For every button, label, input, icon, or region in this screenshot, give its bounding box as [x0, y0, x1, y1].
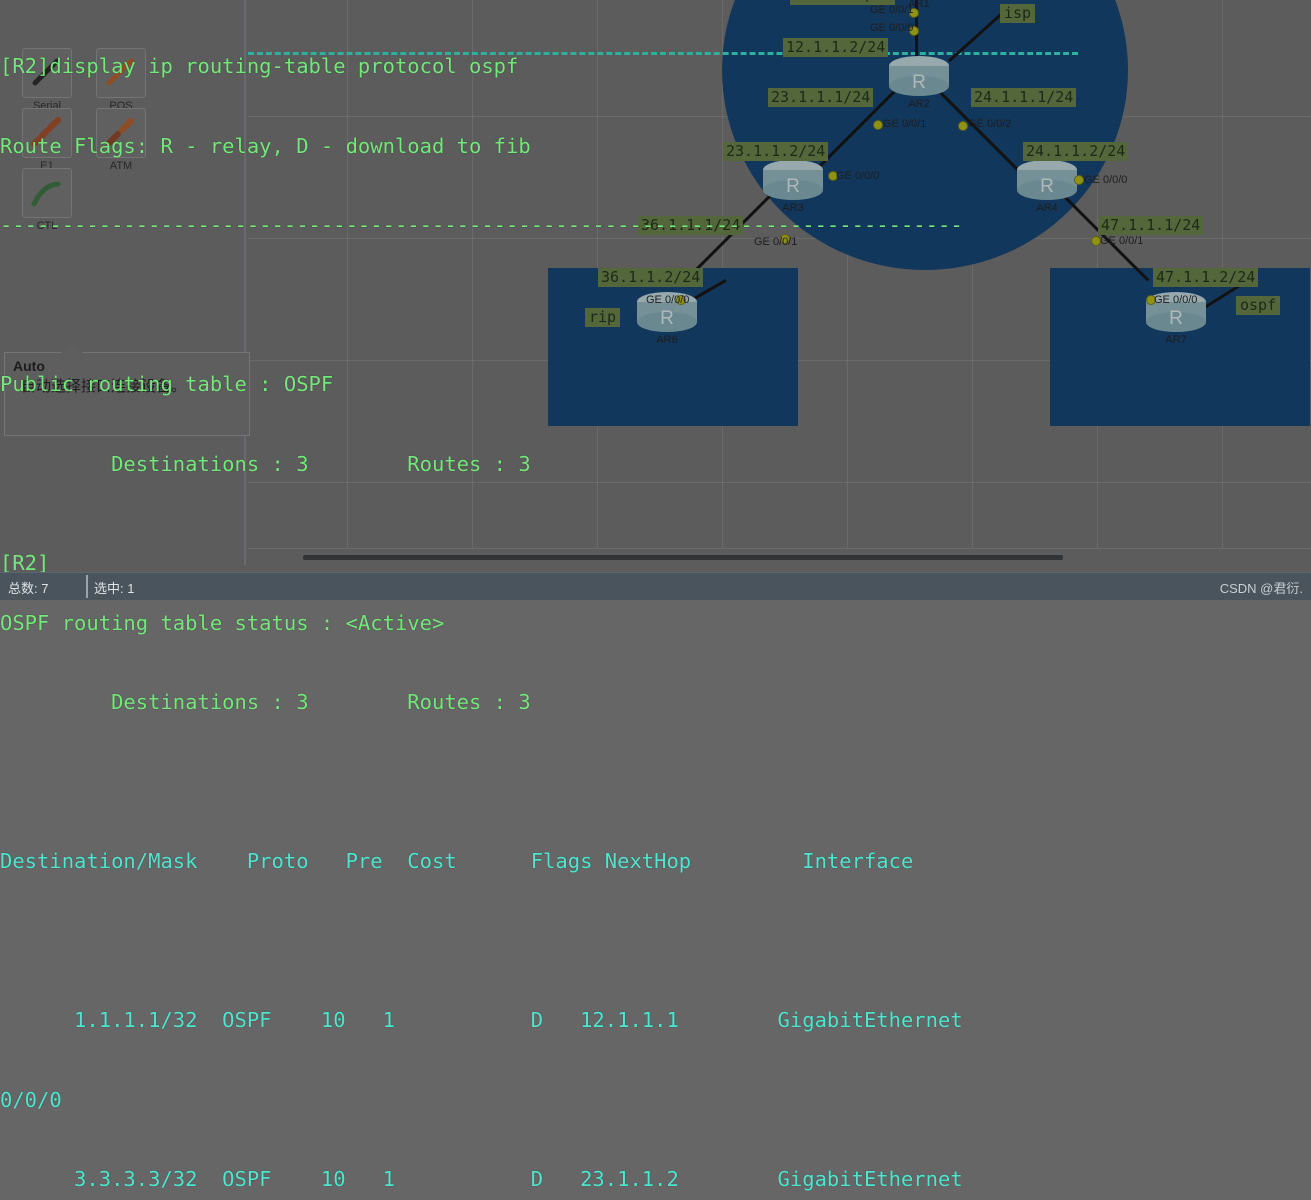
cli-line: Route Flags: R - relay, D - download to …: [0, 133, 531, 158]
cli-line: Destinations : 3 Routes : 3: [0, 451, 531, 476]
cli-line: [R2]display ip routing-table protocol os…: [0, 54, 519, 78]
watermark-text: CSDN @君衍.: [1219, 581, 1303, 596]
cli-table-header: Destination/Mask Proto Pre Cost Flags Ne…: [0, 849, 914, 873]
cli-line: OSPF routing table status : <Active>: [0, 610, 445, 635]
cli-route-row: 3.3.3.3/32 OSPF 10 1 D 23.1.1.2 GigabitE…: [0, 1167, 963, 1191]
cli-terminal-overlay[interactable]: [R2]display ip routing-table protocol os…: [0, 0, 1311, 1191]
cli-route-row-cont: 0/0/0: [0, 1087, 62, 1112]
cli-line: [0, 292, 1311, 319]
cli-line: [0, 530, 1311, 557]
cli-line: [0, 769, 1311, 796]
status-total-count: 总数: 7: [8, 581, 49, 596]
status-bar: 总数: 7 选中: 1 CSDN @君衍.: [0, 572, 1311, 600]
cli-line: [0, 928, 1311, 955]
status-divider: [86, 575, 88, 598]
cli-line: Public routing table : OSPF: [0, 372, 334, 396]
status-selected-count: 选中: 1: [94, 581, 135, 596]
cli-line: ----------------------------------------…: [0, 213, 963, 237]
cli-route-row: 1.1.1.1/32 OSPF 10 1 D 12.1.1.1 GigabitE…: [0, 1008, 963, 1032]
cli-line: Destinations : 3 Routes : 3: [0, 690, 531, 714]
